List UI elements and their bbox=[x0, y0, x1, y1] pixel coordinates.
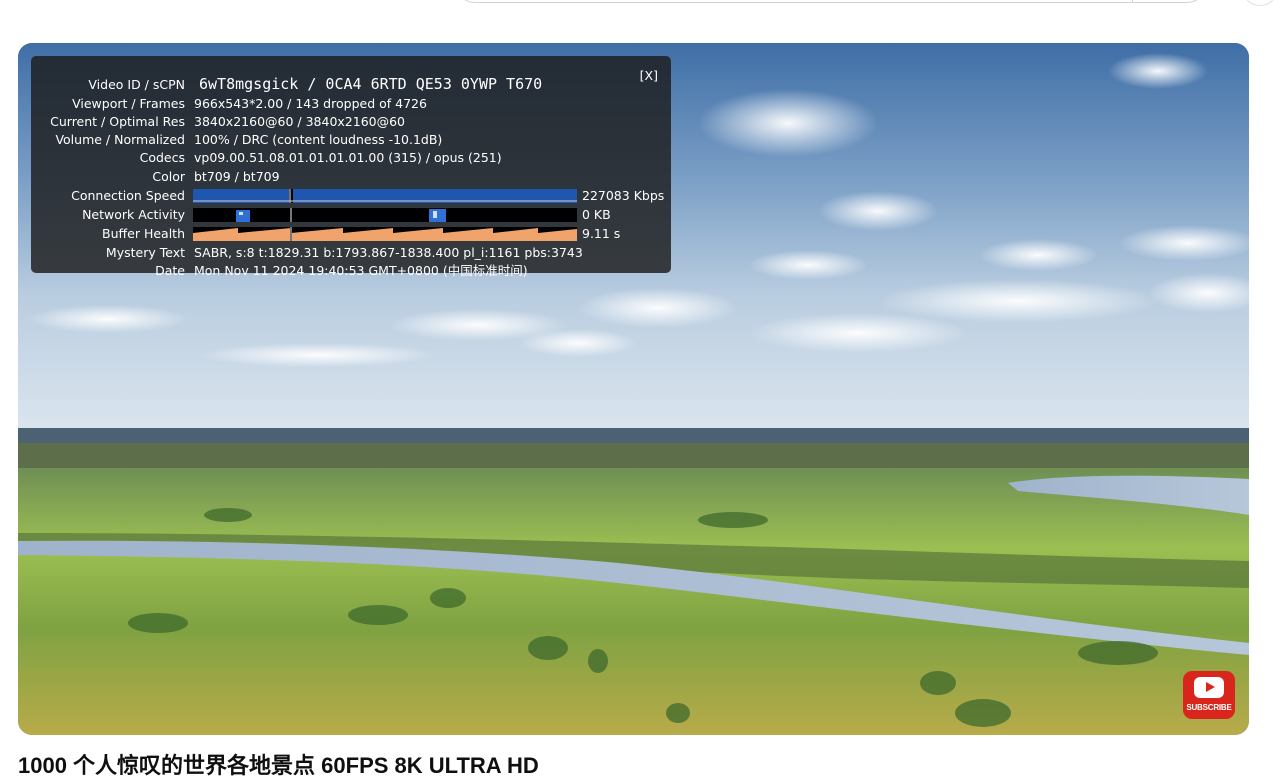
stats-row-codecs: Codecs vp09.00.51.08.01.01.01.01.00 (315… bbox=[31, 149, 671, 167]
stats-value: SABR, s:8 t:1829.31 b:1793.867-1838.400 … bbox=[194, 245, 583, 260]
stats-label: Current / Optimal Res bbox=[50, 114, 185, 129]
stats-for-nerds-panel: [X] Video ID / sCPN 6wT8mgsgick / 0CA4 6… bbox=[31, 56, 671, 278]
network-spike bbox=[429, 209, 446, 222]
stats-row-mystery-text: Mystery Text SABR, s:8 t:1829.31 b:1793.… bbox=[31, 244, 671, 262]
voice-search-button[interactable] bbox=[1242, 0, 1278, 6]
youtube-play-icon bbox=[1194, 677, 1224, 698]
search-divider bbox=[1132, 0, 1133, 2]
stats-value: 966x543*2.00 / 143 dropped of 4726 bbox=[194, 96, 427, 111]
stats-row-resolution: Current / Optimal Res 3840x2160@60 / 384… bbox=[31, 113, 671, 131]
stats-row-connection-speed: Connection Speed 227083 Kbps bbox=[31, 187, 671, 205]
stats-value: bt709 / bt709 bbox=[194, 169, 280, 184]
stats-row-color: Color bt709 / bt709 bbox=[31, 168, 671, 186]
stats-value: Mon Nov 11 2024 19:40:53 GMT+0800 (中国标准时… bbox=[194, 263, 528, 278]
stats-label: Codecs bbox=[139, 150, 185, 165]
stats-value: 100% / DRC (content loudness -10.1dB) bbox=[194, 132, 443, 147]
stats-label: Network Activity bbox=[82, 207, 185, 222]
stats-row-volume: Volume / Normalized 100% / DRC (content … bbox=[31, 131, 671, 149]
stats-label: Connection Speed bbox=[71, 188, 185, 203]
network-activity-graph bbox=[193, 208, 577, 222]
stats-row-network-activity: Network Activity 0 KB bbox=[31, 206, 671, 224]
connection-speed-graph bbox=[193, 189, 577, 203]
stats-row-video-id: Video ID / sCPN 6wT8mgsgick / 0CA4 6RTD … bbox=[31, 75, 671, 94]
stats-value: 0 KB bbox=[582, 207, 611, 222]
stats-label: Mystery Text bbox=[105, 245, 185, 260]
stats-row-viewport: Viewport / Frames 966x543*2.00 / 143 dro… bbox=[31, 95, 671, 113]
stats-value: 3840x2160@60 / 3840x2160@60 bbox=[194, 114, 406, 129]
stats-row-buffer-health: Buffer Health 9.11 s bbox=[31, 225, 671, 243]
stats-value: 227083 Kbps bbox=[582, 188, 665, 203]
buffer-health-graph bbox=[193, 227, 577, 241]
search-box[interactable] bbox=[455, 0, 1207, 3]
stats-value: 9.11 s bbox=[582, 226, 621, 241]
stats-row-date: Date Mon Nov 11 2024 19:40:53 GMT+0800 (… bbox=[31, 262, 671, 280]
top-bar bbox=[0, 0, 1280, 40]
subscribe-watermark-button[interactable]: SUBSCRIBE bbox=[1183, 671, 1235, 719]
network-spike bbox=[236, 210, 250, 222]
video-player[interactable]: [X] Video ID / sCPN 6wT8mgsgick / 0CA4 6… bbox=[18, 43, 1249, 735]
stats-value: vp09.00.51.08.01.01.01.01.00 (315) / opu… bbox=[194, 150, 502, 165]
stats-label: Date bbox=[155, 263, 185, 278]
stats-value: 6wT8mgsgick / 0CA4 6RTD QE53 0YWP T670 bbox=[199, 75, 543, 93]
stats-label: Video ID / sCPN bbox=[88, 77, 185, 92]
subscribe-label: SUBSCRIBE bbox=[1186, 703, 1232, 712]
stats-label: Buffer Health bbox=[102, 226, 185, 241]
stats-label: Volume / Normalized bbox=[55, 132, 185, 147]
stats-label: Color bbox=[152, 169, 185, 184]
stats-label: Viewport / Frames bbox=[72, 96, 185, 111]
video-title: 1000 个人惊叹的世界各地景点 60FPS 8K ULTRA HD bbox=[18, 753, 539, 778]
